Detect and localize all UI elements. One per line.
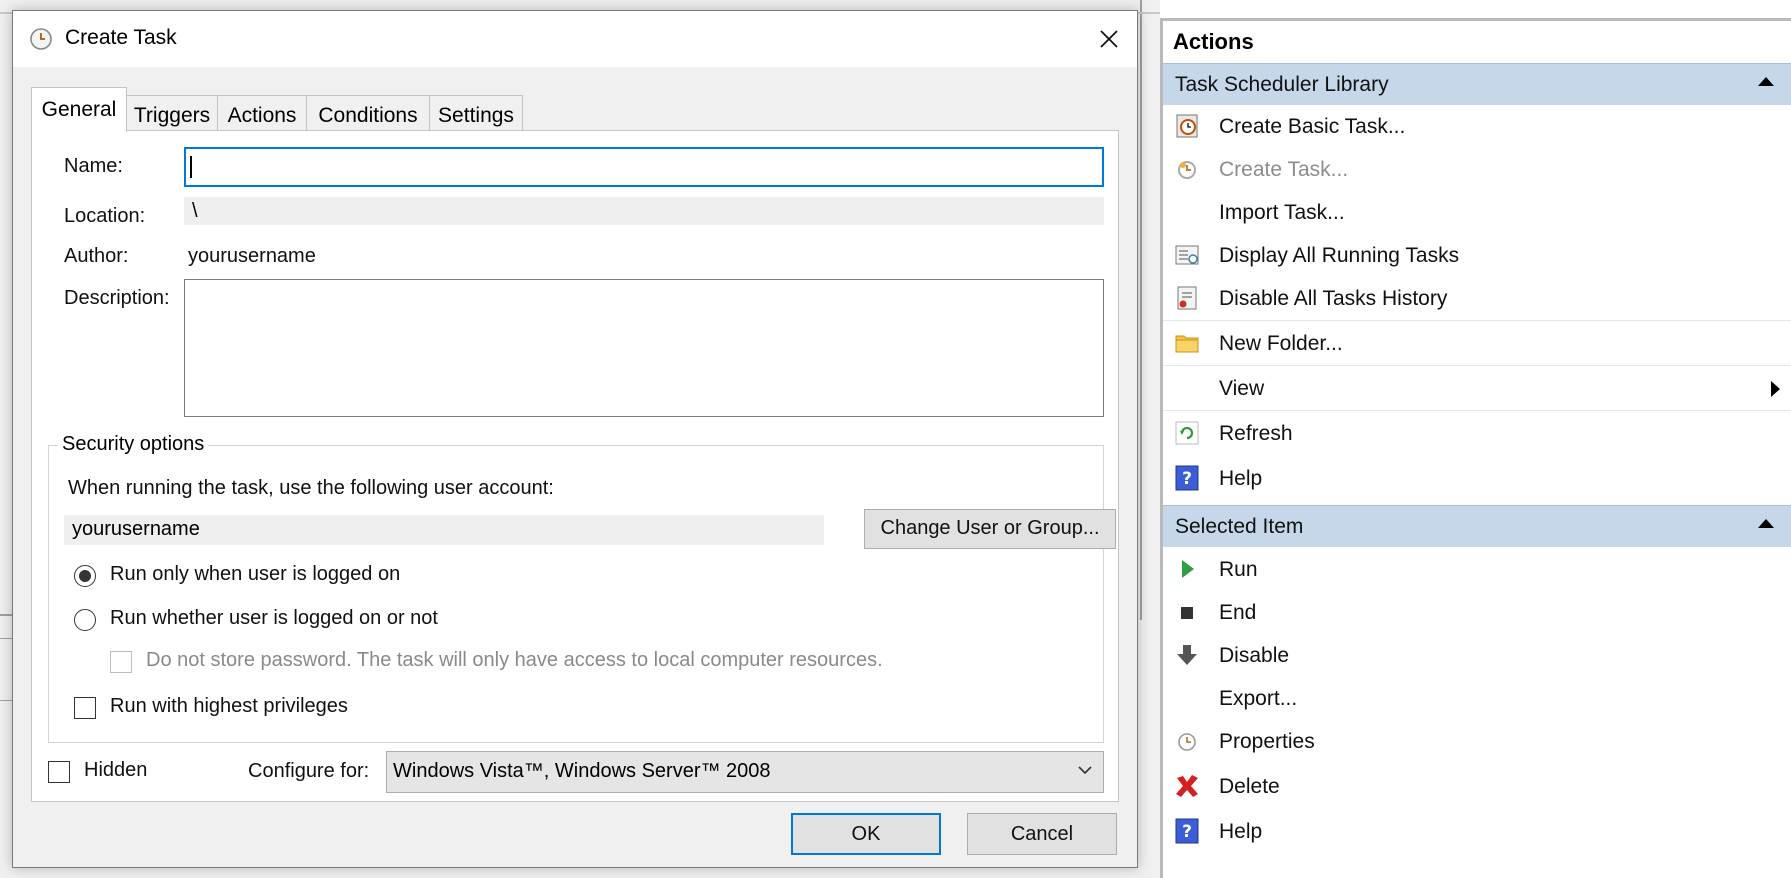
- running-tasks-icon: [1175, 245, 1199, 265]
- name-field[interactable]: [184, 147, 1104, 187]
- action-create-task[interactable]: Create Task...: [1163, 148, 1791, 192]
- cancel-button[interactable]: Cancel: [967, 813, 1117, 855]
- folder-icon: [1175, 335, 1199, 353]
- general-tab-page: Name: Location: \ Author: yourusername D…: [31, 130, 1119, 802]
- action-label: Export...: [1219, 687, 1298, 710]
- close-icon[interactable]: [1089, 19, 1129, 59]
- highest-privileges-checkbox[interactable]: [74, 697, 96, 719]
- hidden-checkbox[interactable]: [48, 761, 70, 783]
- dialog-titlebar[interactable]: Create Task: [13, 11, 1137, 67]
- tab-conditions[interactable]: Conditions: [306, 95, 430, 131]
- ok-button[interactable]: OK: [791, 813, 941, 855]
- action-create-basic-task[interactable]: Create Basic Task...: [1163, 105, 1791, 149]
- dialog-title: Create Task: [65, 26, 177, 49]
- action-label: Display All Running Tasks: [1219, 244, 1460, 267]
- radio-logged-on-label[interactable]: Run only when user is logged on: [110, 563, 400, 586]
- change-user-button[interactable]: Change User or Group...: [864, 509, 1116, 549]
- no-store-password-label: Do not store password. The task will onl…: [146, 649, 883, 671]
- actions-pane-title: Actions: [1173, 29, 1254, 54]
- configure-for-select[interactable]: Windows Vista™, Windows Server™ 2008: [386, 751, 1104, 793]
- library-section-label: Task Scheduler Library: [1175, 73, 1389, 96]
- user-account-value: yourusername: [64, 515, 824, 545]
- background-splitter: [1140, 0, 1142, 620]
- action-run[interactable]: Run: [1163, 548, 1791, 592]
- action-label: View: [1219, 377, 1265, 400]
- refresh-icon: [1175, 421, 1199, 445]
- radio-logged-on[interactable]: [74, 565, 96, 587]
- author-label: Author:: [64, 245, 129, 267]
- action-export[interactable]: Export...: [1163, 677, 1791, 721]
- action-label: Disable All Tasks History: [1219, 287, 1448, 310]
- collapse-icon[interactable]: [1758, 519, 1774, 528]
- action-label: Create Basic Task...: [1219, 115, 1406, 138]
- action-view[interactable]: View: [1163, 367, 1791, 411]
- play-icon: [1182, 560, 1194, 578]
- action-disable[interactable]: Disable: [1163, 634, 1791, 678]
- description-label: Description:: [64, 287, 170, 309]
- action-label: Refresh: [1219, 422, 1293, 445]
- selected-item-section-header[interactable]: Selected Item: [1163, 505, 1791, 547]
- tab-general[interactable]: General: [31, 87, 127, 132]
- action-import-task[interactable]: Import Task...: [1163, 191, 1791, 235]
- action-label: Help: [1219, 467, 1263, 490]
- action-help-selected[interactable]: ? Help: [1163, 810, 1791, 854]
- down-arrow-icon: [1177, 645, 1197, 665]
- action-label: Delete: [1219, 775, 1280, 798]
- action-disable-history[interactable]: Disable All Tasks History: [1163, 277, 1791, 321]
- action-label: Properties: [1219, 730, 1315, 753]
- radio-whether-logged-on[interactable]: [74, 609, 96, 631]
- create-task-dialog: Create Task General Triggers Actions Con…: [12, 10, 1138, 868]
- library-section-header[interactable]: Task Scheduler Library: [1163, 63, 1791, 105]
- security-options-legend: Security options: [58, 433, 209, 456]
- configure-for-label: Configure for:: [248, 760, 370, 782]
- radio-selected-dot: [79, 570, 91, 582]
- author-value: yourusername: [188, 245, 316, 267]
- action-new-folder[interactable]: New Folder...: [1163, 322, 1791, 366]
- hidden-label[interactable]: Hidden: [84, 759, 147, 782]
- collapse-icon[interactable]: [1758, 77, 1774, 86]
- action-label: Help: [1219, 820, 1263, 843]
- action-end[interactable]: End: [1163, 591, 1791, 635]
- no-store-password-checkbox[interactable]: [110, 651, 132, 673]
- action-label: Create Task...: [1219, 158, 1349, 181]
- help-icon: ?: [1175, 818, 1199, 844]
- location-label: Location:: [64, 205, 146, 227]
- create-basic-task-icon: [1176, 114, 1198, 138]
- action-help[interactable]: ? Help: [1163, 457, 1791, 501]
- chevron-down-icon: [1078, 766, 1092, 775]
- action-label: Import Task...: [1219, 201, 1345, 224]
- stop-icon: [1181, 607, 1193, 619]
- svg-text:?: ?: [1182, 822, 1192, 842]
- tab-triggers[interactable]: Triggers: [126, 95, 218, 131]
- action-label: Run: [1219, 558, 1258, 581]
- configure-for-value: Windows Vista™, Windows Server™ 2008: [393, 760, 771, 782]
- action-label: New Folder...: [1219, 332, 1343, 355]
- delete-icon: [1176, 775, 1198, 797]
- highest-privileges-label[interactable]: Run with highest privileges: [110, 695, 348, 718]
- account-prompt: When running the task, use the following…: [68, 477, 554, 499]
- location-value: \: [184, 197, 1104, 225]
- name-label: Name:: [64, 155, 123, 177]
- action-delete[interactable]: Delete: [1163, 765, 1791, 809]
- action-label: Disable: [1219, 644, 1290, 667]
- create-task-icon: [1178, 161, 1196, 179]
- action-properties[interactable]: Properties: [1163, 720, 1791, 764]
- actions-pane: Actions Task Scheduler Library Create Ba…: [1160, 18, 1791, 878]
- action-label: End: [1219, 601, 1257, 624]
- description-field[interactable]: [184, 279, 1104, 417]
- selected-item-section-label: Selected Item: [1175, 515, 1304, 538]
- task-scheduler-icon: [30, 28, 52, 50]
- tab-settings[interactable]: Settings: [429, 95, 523, 131]
- action-refresh[interactable]: Refresh: [1163, 412, 1791, 456]
- tasks-history-icon: [1177, 286, 1197, 310]
- tab-actions[interactable]: Actions: [217, 95, 307, 131]
- submenu-arrow-icon: [1771, 381, 1780, 397]
- radio-whether-label[interactable]: Run whether user is logged on or not: [110, 607, 438, 630]
- text-caret: [190, 156, 192, 178]
- help-icon: ?: [1175, 465, 1199, 491]
- clock-icon: [1178, 733, 1196, 751]
- svg-text:?: ?: [1182, 469, 1192, 489]
- action-display-running-tasks[interactable]: Display All Running Tasks: [1163, 234, 1791, 278]
